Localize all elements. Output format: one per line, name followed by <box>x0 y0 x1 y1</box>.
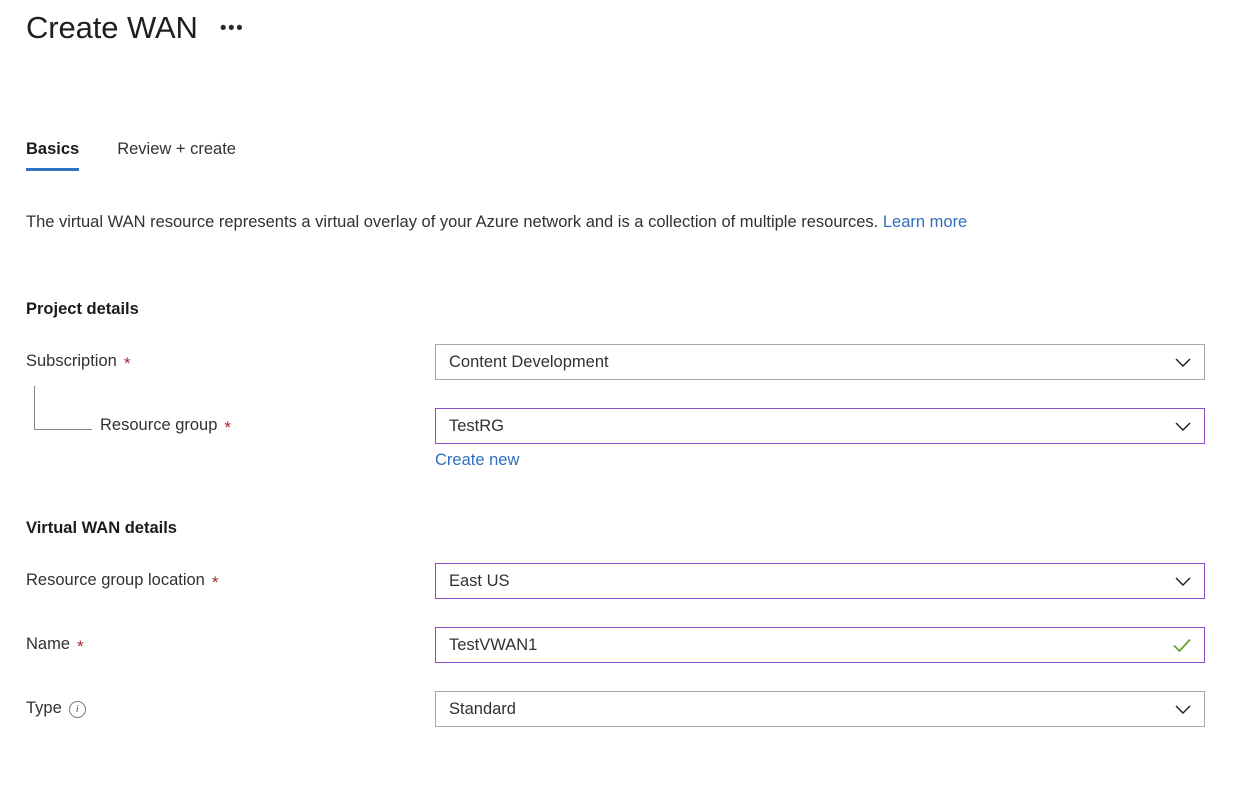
type-value: Standard <box>449 699 516 718</box>
chevron-down-icon <box>1175 358 1191 367</box>
info-icon[interactable]: i <box>68 701 86 718</box>
required-asterisk-icon: * <box>211 573 219 592</box>
required-asterisk-icon: * <box>77 637 84 656</box>
resource-group-value: TestRG <box>449 416 505 435</box>
subscription-dropdown[interactable]: Content Development <box>435 344 1205 380</box>
tab-review-create[interactable]: Review + create <box>117 140 236 171</box>
form-description: The virtual WAN resource represents a vi… <box>26 208 1211 237</box>
label-resource-group-text: Resource group <box>100 416 218 434</box>
checkmark-icon <box>1173 638 1191 653</box>
tab-strip: Basics Review + create <box>26 140 236 171</box>
label-type-text: Type <box>26 699 62 717</box>
form-description-text: The virtual WAN resource represents a vi… <box>26 213 879 231</box>
chevron-down-icon <box>1175 577 1191 586</box>
chevron-down-icon <box>1175 422 1191 431</box>
resource-group-location-value: East US <box>449 571 510 590</box>
more-options-icon[interactable]: ••• <box>220 19 244 39</box>
learn-more-link[interactable]: Learn more <box>883 213 967 231</box>
page-header: Create WAN ••• <box>26 6 244 50</box>
tab-basics[interactable]: Basics <box>26 140 80 171</box>
label-resource-group-location: Resource group location * <box>26 571 219 592</box>
section-heading-virtual-wan-details: Virtual WAN details <box>26 519 177 537</box>
label-subscription: Subscription * <box>26 352 131 373</box>
required-asterisk-icon: * <box>224 418 232 437</box>
name-input[interactable]: TestVWAN1 <box>435 627 1205 663</box>
section-heading-project-details: Project details <box>26 300 139 318</box>
resource-group-dropdown[interactable]: TestRG <box>435 408 1205 444</box>
label-name: Name * <box>26 635 84 656</box>
page-title: Create WAN <box>26 10 198 45</box>
chevron-down-icon <box>1175 705 1191 714</box>
label-resource-group: Resource group * <box>100 416 232 437</box>
subscription-value: Content Development <box>449 352 609 371</box>
indent-connector-line <box>34 386 92 430</box>
create-new-resource-group-link[interactable]: Create new <box>435 451 519 470</box>
required-asterisk-icon: * <box>123 354 131 373</box>
type-dropdown[interactable]: Standard <box>435 691 1205 727</box>
name-value: TestVWAN1 <box>449 635 538 654</box>
label-type: Type i <box>26 699 86 718</box>
label-resource-group-location-text: Resource group location <box>26 571 205 589</box>
label-name-text: Name <box>26 635 71 653</box>
resource-group-location-dropdown[interactable]: East US <box>435 563 1205 599</box>
label-subscription-text: Subscription <box>26 352 117 370</box>
